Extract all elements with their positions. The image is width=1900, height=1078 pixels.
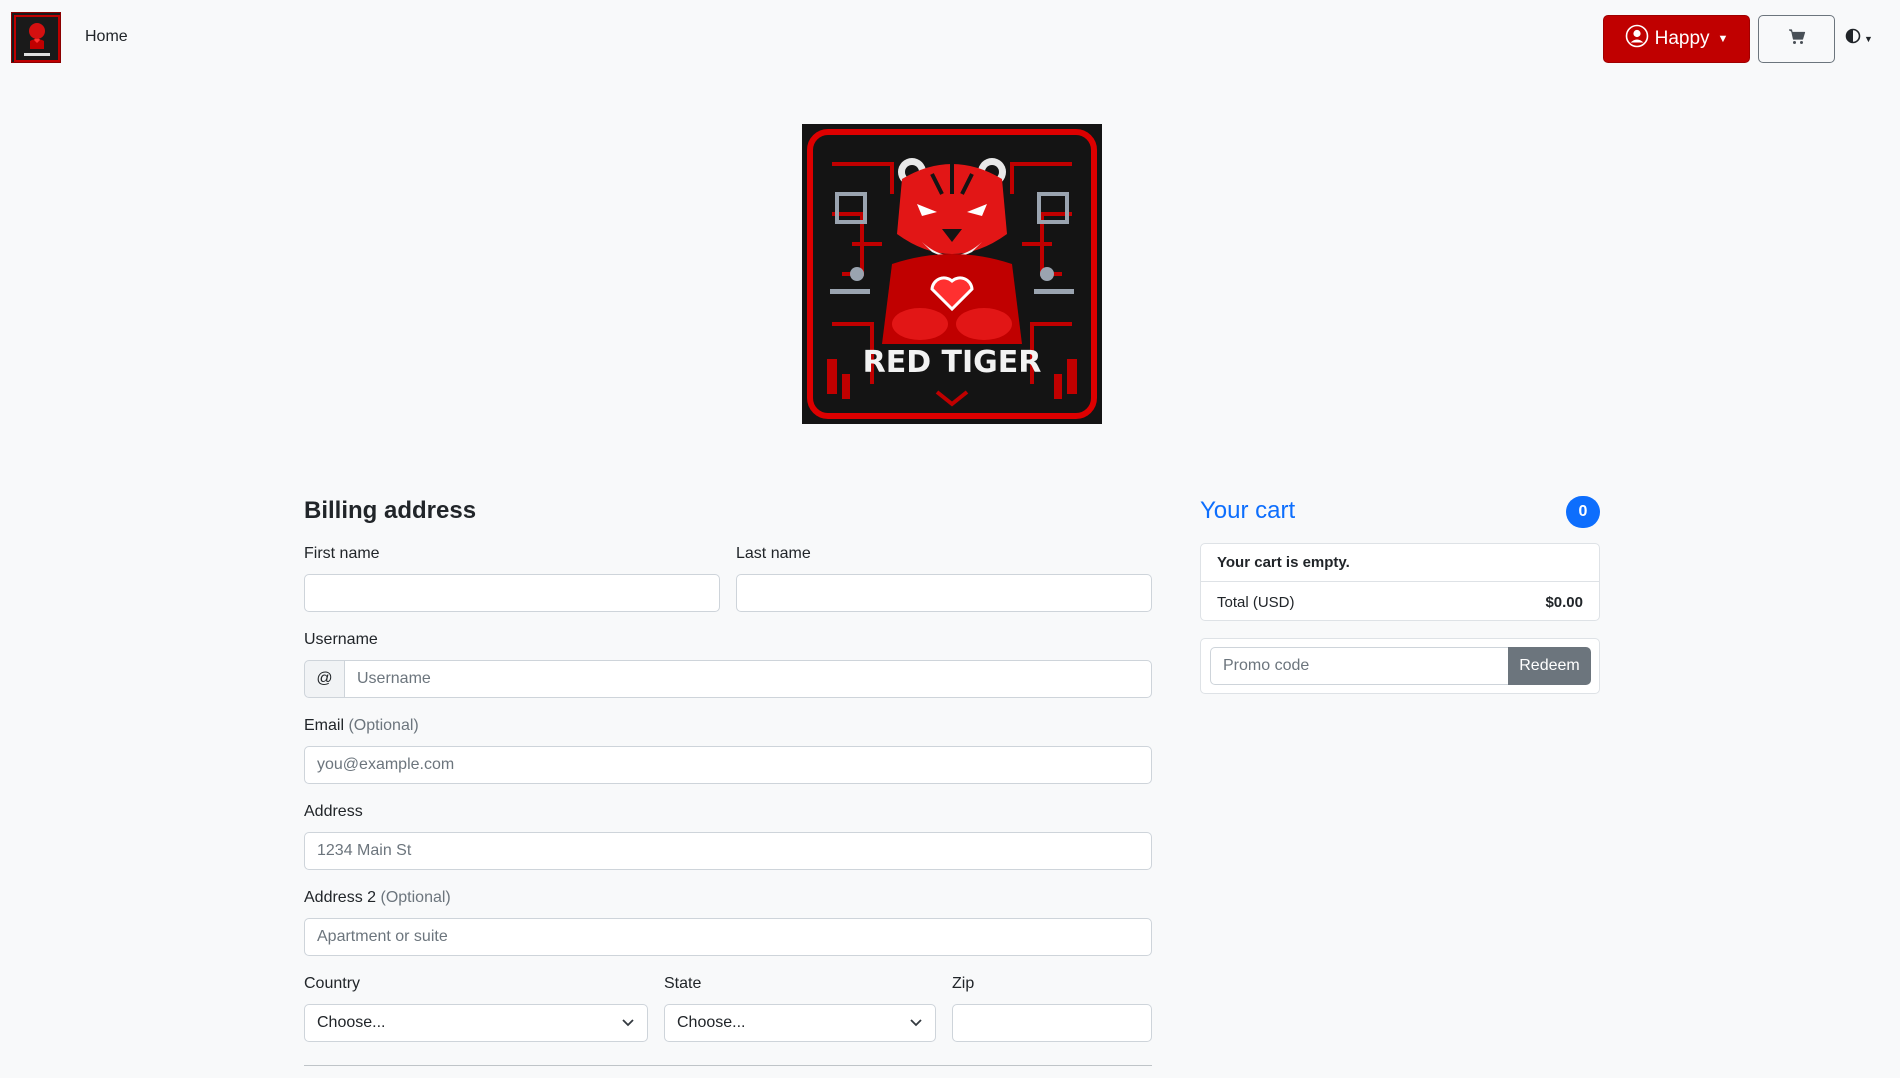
theme-toggle-button[interactable]: ▼ [1845,28,1873,49]
address2-input[interactable] [304,918,1152,956]
cart-total-value: $0.00 [1545,593,1583,611]
cart-icon [1788,28,1806,50]
user-circle-icon [1625,24,1649,54]
redeem-button[interactable]: Redeem [1508,647,1591,685]
contrast-icon [1845,28,1861,49]
red-tiger-hero-logo: RED TIGER [802,124,1102,424]
email-label-text: Email [304,717,345,734]
state-select[interactable]: Choose... [664,1004,936,1042]
promo-code-card: Redeem [1200,638,1600,694]
last-name-input[interactable] [736,574,1152,612]
zip-input[interactable] [952,1004,1152,1042]
cart-total-label: Total (USD) [1217,593,1295,611]
username-input[interactable] [344,660,1152,698]
state-label: State [664,975,702,992]
address-label: Address [304,803,363,820]
user-menu-button[interactable]: Happy ▼ [1603,15,1750,63]
chevron-down-icon: ▼ [1864,33,1873,44]
address2-label: Address 2 (Optional) [304,889,451,907]
cart-empty-row: Your cart is empty. [1201,544,1599,582]
address-input[interactable] [304,832,1152,870]
email-input[interactable] [304,746,1152,784]
last-name-label: Last name [736,545,811,562]
chevron-down-icon [621,1015,635,1032]
form-divider [304,1065,1152,1066]
first-name-input[interactable] [304,574,720,612]
state-selected-value: Choose... [677,1014,746,1031]
country-label: Country [304,975,361,992]
country-select[interactable]: Choose... [304,1004,648,1042]
cart-title: Your cart [1200,497,1296,524]
user-menu-label: Happy [1654,28,1710,49]
country-selected-value: Choose... [317,1014,386,1031]
cart-count-badge: 0 [1566,496,1600,528]
red-tiger-logo-icon[interactable] [11,12,61,63]
email-optional-text: (Optional) [348,717,419,734]
zip-label: Zip [952,975,975,992]
cart-list: Your cart is empty. Total (USD) $0.00 [1200,543,1600,621]
address2-label-text: Address 2 [304,889,377,906]
username-label: Username [304,631,378,648]
username-prefix: @ [304,660,345,698]
svg-text:RED TIGER: RED TIGER [863,345,1042,380]
promo-code-input[interactable] [1210,647,1509,685]
chevron-down-icon [909,1015,923,1032]
billing-address-title: Billing address [304,497,477,524]
first-name-label: First name [304,545,380,562]
address2-optional-text: (Optional) [380,889,451,906]
top-navbar: Home Happy ▼ ▼ [0,0,1900,78]
chevron-down-icon: ▼ [1717,33,1729,45]
nav-home-link[interactable]: Home [85,28,128,46]
cart-total-row: Total (USD) $0.00 [1201,583,1599,621]
cart-button[interactable] [1758,15,1835,63]
cart-empty-text: Your cart is empty. [1217,554,1350,571]
email-label: Email (Optional) [304,717,419,735]
